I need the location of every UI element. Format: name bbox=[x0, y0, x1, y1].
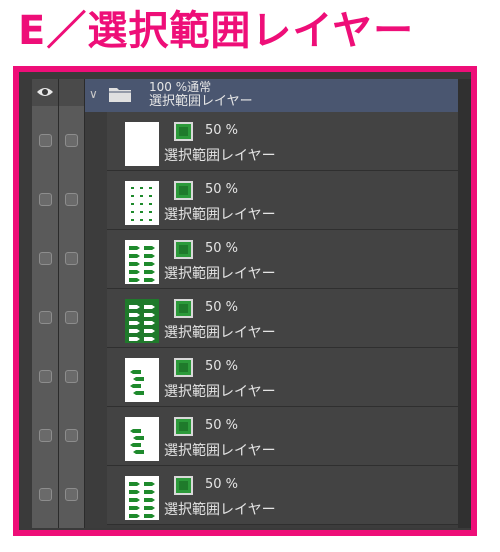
layer-panel: ∨ 100 %通常 選択範囲レイヤー 50 % 選択範囲レイヤー 50 % 選択範囲レ… bbox=[32, 79, 471, 528]
layer-item[interactable]: 50 % 選択範囲レイヤー bbox=[107, 171, 471, 230]
visibility-checkbox[interactable] bbox=[39, 370, 52, 383]
layer-thumbnail bbox=[125, 417, 159, 461]
page-title: E／選択範囲レイヤー bbox=[18, 8, 415, 54]
edit-lock-checkbox[interactable] bbox=[65, 429, 78, 442]
visibility-checkbox[interactable] bbox=[39, 311, 52, 324]
edit-column-header[interactable] bbox=[59, 79, 107, 106]
eye-icon bbox=[37, 88, 53, 96]
edit-lock-checkbox[interactable] bbox=[65, 252, 78, 265]
layer-row[interactable]: 50 % 選択範囲レイヤー bbox=[32, 466, 471, 525]
folder-icon bbox=[109, 88, 131, 102]
scrollbar[interactable] bbox=[458, 79, 471, 528]
folder-layer-row[interactable]: ∨ 100 %通常 選択範囲レイヤー bbox=[85, 79, 471, 112]
layer-row[interactable]: 50 % 選択範囲レイヤー bbox=[32, 289, 471, 348]
selection-layer-icon bbox=[174, 181, 193, 200]
chevron-down-icon[interactable]: ∨ bbox=[89, 87, 98, 101]
layer-row[interactable]: 50 % 選択範囲レイヤー bbox=[32, 348, 471, 407]
layer-row[interactable]: 50 % 選択範囲レイヤー bbox=[32, 171, 471, 230]
selection-layer-icon bbox=[174, 358, 193, 377]
layer-item[interactable]: 50 % 選択範囲レイヤー bbox=[107, 407, 471, 466]
layer-item[interactable]: 50 % 選択範囲レイヤー bbox=[107, 466, 471, 525]
layer-item[interactable]: 50 % 選択範囲レイヤー bbox=[107, 348, 471, 407]
visibility-checkbox[interactable] bbox=[39, 134, 52, 147]
edit-lock-checkbox[interactable] bbox=[65, 488, 78, 501]
edit-lock-checkbox[interactable] bbox=[65, 370, 78, 383]
layer-thumbnail bbox=[125, 358, 159, 402]
layer-thumbnail bbox=[125, 240, 159, 284]
layer-row[interactable]: 50 % 選択範囲レイヤー bbox=[32, 230, 471, 289]
visibility-checkbox[interactable] bbox=[39, 252, 52, 265]
selection-layer-icon bbox=[174, 476, 193, 495]
folder-opacity-blend: 100 %通常 bbox=[149, 80, 212, 94]
edit-lock-checkbox[interactable] bbox=[65, 311, 78, 324]
layer-name: 選択範囲レイヤー bbox=[164, 207, 276, 223]
selection-layer-icon bbox=[174, 122, 193, 141]
layer-opacity: 50 % bbox=[205, 241, 239, 256]
visibility-checkbox[interactable] bbox=[39, 488, 52, 501]
selection-layer-icon bbox=[174, 417, 193, 436]
layer-thumbnail bbox=[125, 299, 159, 343]
layer-row[interactable]: 50 % 選択範囲レイヤー bbox=[32, 112, 471, 171]
visibility-checkbox[interactable] bbox=[39, 193, 52, 206]
layer-opacity: 50 % bbox=[205, 182, 239, 197]
layer-name: 選択範囲レイヤー bbox=[164, 266, 276, 282]
edit-lock-checkbox[interactable] bbox=[65, 134, 78, 147]
layer-thumbnail bbox=[125, 476, 159, 520]
layer-list: 50 % 選択範囲レイヤー 50 % 選択範囲レイヤー 50 % 選択範囲レイヤー 50 %… bbox=[32, 112, 471, 525]
layer-name: 選択範囲レイヤー bbox=[164, 325, 276, 341]
layer-opacity: 50 % bbox=[205, 359, 239, 374]
layer-opacity: 50 % bbox=[205, 477, 239, 492]
layer-item[interactable]: 50 % 選択範囲レイヤー bbox=[107, 289, 471, 348]
layer-opacity: 50 % bbox=[205, 300, 239, 315]
layer-opacity: 50 % bbox=[205, 418, 239, 433]
layer-row[interactable]: 50 % 選択範囲レイヤー bbox=[32, 407, 471, 466]
layer-name: 選択範囲レイヤー bbox=[164, 502, 276, 518]
layer-name: 選択範囲レイヤー bbox=[164, 148, 276, 164]
layer-panel-frame: ∨ 100 %通常 選択範囲レイヤー 50 % 選択範囲レイヤー 50 % 選択範囲レ… bbox=[13, 66, 477, 536]
visibility-checkbox[interactable] bbox=[39, 429, 52, 442]
layer-thumbnail bbox=[125, 122, 159, 166]
layer-name: 選択範囲レイヤー bbox=[164, 443, 276, 459]
layer-item[interactable]: 50 % 選択範囲レイヤー bbox=[107, 112, 471, 171]
selection-layer-icon bbox=[174, 240, 193, 259]
selection-layer-icon bbox=[174, 299, 193, 318]
layer-item[interactable]: 50 % 選択範囲レイヤー bbox=[107, 230, 471, 289]
layer-opacity: 50 % bbox=[205, 123, 239, 138]
folder-name: 選択範囲レイヤー bbox=[149, 94, 253, 109]
layer-thumbnail bbox=[125, 181, 159, 225]
edit-lock-checkbox[interactable] bbox=[65, 193, 78, 206]
visibility-column-header[interactable] bbox=[32, 79, 59, 106]
layer-name: 選択範囲レイヤー bbox=[164, 384, 276, 400]
